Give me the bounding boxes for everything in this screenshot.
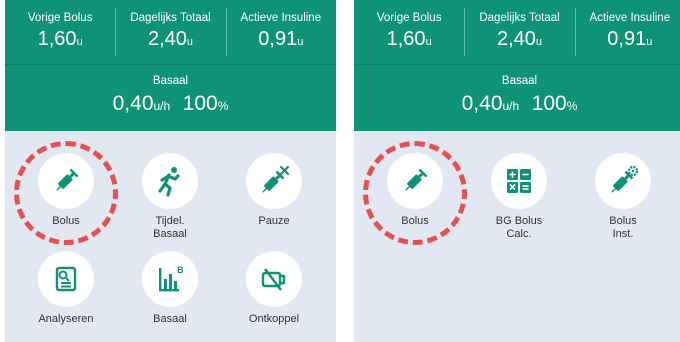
syringe-icon: [56, 168, 79, 191]
stat-active-insulin: Actieve Insuline 0,91u: [574, 0, 680, 64]
bg-bolus-calc-button[interactable]: BG Bolus Calc.: [469, 153, 569, 243]
basal-rate-panel: Basaal 0,40u/h 100%: [5, 65, 336, 131]
bolus-settings-button[interactable]: Bolus Inst.: [573, 153, 673, 243]
stat-unit: u: [535, 36, 543, 48]
stats-bar: Vorige Bolus 1,60u Dagelijks Totaal 2,40…: [5, 0, 336, 65]
calculator-icon: [507, 169, 531, 193]
pump-screen-right: Vorige Bolus 1,60u Dagelijks Totaal 2,40…: [354, 0, 680, 342]
stat-value: 1,60: [37, 28, 77, 50]
syringe-icon: [405, 168, 428, 191]
syringe-pause-icon: [262, 165, 290, 193]
stat-previous-bolus: Vorige Bolus 1,60u: [354, 0, 464, 64]
stat-label: Dagelijks Totaal: [130, 12, 211, 24]
disconnect-icon: [261, 268, 286, 291]
bg-bolus-calc-label: BG Bolus Calc.: [495, 215, 543, 240]
stat-active-insulin: Actieve Insuline 0,91u: [225, 0, 336, 64]
temp-basal-button[interactable]: Tijdel. Basaal: [120, 153, 220, 243]
stat-label: Dagelijks Totaal: [479, 12, 560, 24]
stat-unit: u: [76, 36, 83, 48]
basal-label: Basaal: [152, 75, 189, 87]
stat-label: Vorige Bolus: [376, 12, 442, 24]
disconnect-label: Ontkoppel: [248, 313, 300, 325]
menu-grid: Bolus Tijdel. Basaal Pauze Analyseren B …: [5, 131, 336, 342]
basal-percent-value: 100: [531, 92, 567, 115]
basal-rate-value: 0,40: [112, 92, 154, 115]
bolus-label: Bolus: [52, 215, 80, 227]
syringe-settings-icon: [611, 165, 639, 193]
analyze-label: Analyseren: [38, 313, 94, 325]
bolus-label: Bolus: [401, 215, 429, 227]
stat-value: 0,91: [258, 28, 298, 50]
basal-rate-panel: Basaal 0,40u/h 100%: [354, 65, 680, 131]
menu-grid: Bolus BG Bolus Calc. Bolus Inst.: [354, 131, 680, 342]
stat-value: 2,40: [496, 28, 536, 50]
analyze-button[interactable]: Analyseren: [16, 251, 116, 341]
stat-previous-bolus: Vorige Bolus 1,60u: [5, 0, 115, 64]
basal-button-label: Basaal: [153, 313, 187, 325]
stat-label: Actieve Insuline: [589, 12, 671, 24]
stat-unit: u: [186, 36, 194, 48]
basal-rate-unit: u/h: [502, 99, 520, 113]
stat-value: 2,40: [147, 28, 187, 50]
stat-value: 1,60: [386, 28, 426, 50]
bolus-button[interactable]: Bolus: [365, 153, 465, 243]
pause-label: Pauze: [258, 215, 290, 227]
report-icon: [55, 266, 77, 292]
stat-label: Vorige Bolus: [27, 12, 93, 24]
stat-label: Actieve Insuline: [240, 12, 322, 24]
stat-daily-total: Dagelijks Totaal 2,40u: [464, 0, 574, 64]
stat-unit: u: [425, 36, 432, 48]
pump-screen-left: Vorige Bolus 1,60u Dagelijks Totaal 2,40…: [5, 0, 336, 342]
basal-rate-unit: u/h: [153, 99, 171, 113]
runner-icon: [158, 167, 180, 197]
basal-label: Basaal: [501, 75, 538, 87]
stat-unit: u: [297, 36, 304, 48]
stats-bar: Vorige Bolus 1,60u Dagelijks Totaal 2,40…: [354, 0, 680, 65]
bar-chart-icon: B: [159, 265, 184, 292]
temp-basal-label: Tijdel. Basaal: [153, 215, 187, 240]
bolus-settings-label: Bolus Inst.: [609, 215, 637, 240]
pause-button[interactable]: Pauze: [224, 153, 324, 243]
basal-button[interactable]: B Basaal: [120, 251, 220, 341]
stat-value: 0,91: [607, 28, 647, 50]
basal-percent-value: 100: [182, 92, 218, 115]
stat-unit: u: [646, 36, 653, 48]
svg-text:B: B: [177, 265, 184, 275]
basal-percent-unit: %: [566, 99, 578, 113]
bolus-button[interactable]: Bolus: [16, 153, 116, 243]
stat-daily-total: Dagelijks Totaal 2,40u: [115, 0, 225, 64]
disconnect-button[interactable]: Ontkoppel: [224, 251, 324, 341]
basal-rate-value: 0,40: [461, 92, 503, 115]
basal-percent-unit: %: [217, 99, 229, 113]
